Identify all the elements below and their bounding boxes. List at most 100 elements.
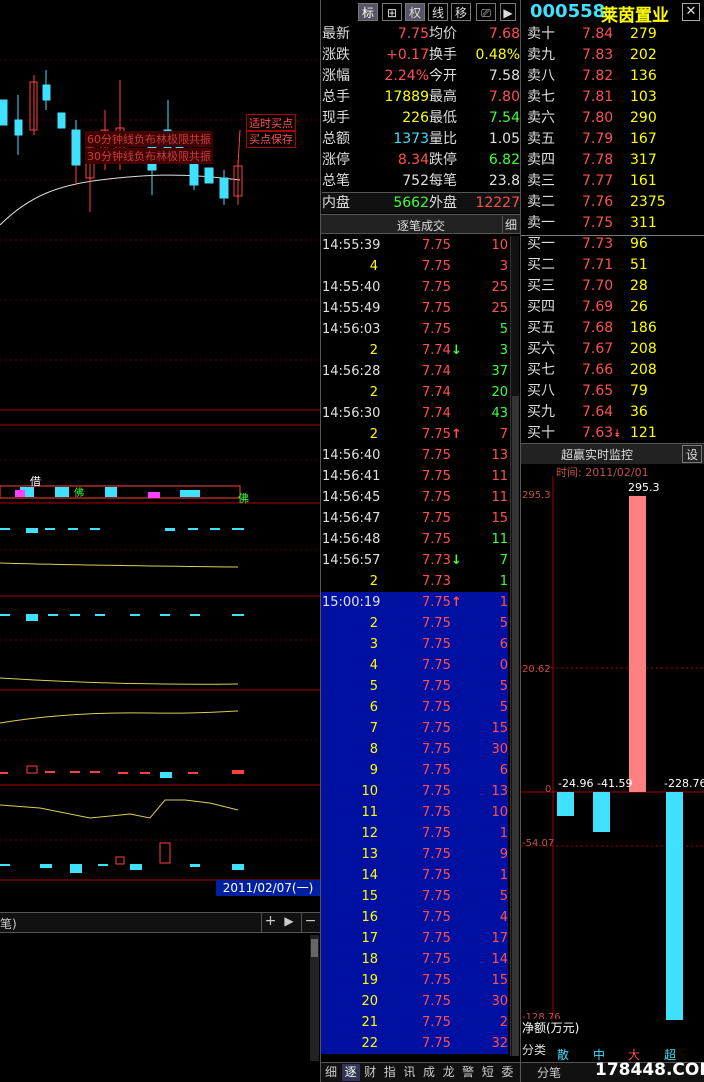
trade-row: 22 7.75 32: [322, 1033, 508, 1054]
level-price: 7.82: [582, 68, 614, 84]
trades-scrollbar[interactable]: [510, 236, 519, 1056]
chart-area[interactable]: 60分钟线负布林极限共振 30分钟线负布林极限共振 适时买点 买点保存 借 佛 …: [0, 0, 320, 930]
level-label: 买五: [527, 320, 555, 336]
tab-tick[interactable]: 分笔: [537, 1064, 561, 1081]
trade-time: 14:56:03: [322, 322, 381, 337]
chart-date-label: 2011/02/07(一): [216, 880, 320, 896]
bottom-panel-header: 笔) + ▶ −: [0, 913, 320, 933]
trade-row: 15 7.75 5: [322, 886, 508, 907]
bid-row[interactable]: 买六 7.67 208: [527, 339, 703, 360]
trade-volume: 1: [499, 868, 508, 883]
bottom-tab-4[interactable]: 讯: [400, 1064, 418, 1081]
bottom-tab-5[interactable]: 成: [420, 1064, 438, 1081]
trade-time: 14:55:40: [322, 280, 381, 295]
bottom-tab-9[interactable]: 委: [498, 1064, 516, 1081]
level-label: 买二: [527, 257, 555, 273]
level-volume: 311: [630, 215, 657, 231]
bid-row[interactable]: 买五 7.68 186: [527, 318, 703, 339]
level-price: 7.67: [582, 341, 614, 357]
level-volume: 290: [630, 110, 657, 126]
bottom-tab-2[interactable]: 财: [361, 1064, 379, 1081]
toolbar-grid-button[interactable]: ⊞: [382, 3, 402, 21]
ask-row[interactable]: 卖八 7.82 136: [527, 66, 703, 87]
toolbar-line-button[interactable]: 线: [428, 3, 448, 21]
trade-volume: 3: [499, 343, 508, 358]
bid-row[interactable]: 买九 7.64 36: [527, 402, 703, 423]
trade-row: 2 7.74 ↓ 3: [322, 340, 508, 361]
quote-value: 226: [402, 110, 429, 126]
ask-row[interactable]: 卖五 7.79 167: [527, 129, 703, 150]
ask-row[interactable]: 卖一 7.75 311: [527, 213, 703, 234]
quote-row: 涨跌 +0.17 换手 0.48%: [322, 45, 520, 66]
trades-detail-button[interactable]: 细: [502, 216, 519, 233]
trade-row: 9 7.75 6: [322, 760, 508, 781]
trade-price: 7.73: [422, 574, 451, 589]
bar-mid: [593, 792, 610, 832]
quote-label: 涨幅: [322, 68, 350, 84]
toolbar-move-button[interactable]: 移: [451, 3, 471, 21]
trades-scrollbar-thumb[interactable]: [512, 396, 519, 1056]
bid-row[interactable]: 买一 7.73 96: [527, 234, 703, 255]
ask-row[interactable]: 卖四 7.78 317: [527, 150, 703, 171]
bottom-tab-1[interactable]: 逐: [341, 1064, 360, 1081]
monitor-label-mid: -41.59: [597, 777, 633, 790]
trade-row: 21 7.75 2: [322, 1012, 508, 1033]
monitor-settings-button[interactable]: 设: [682, 445, 702, 463]
toolbar-rights-button[interactable]: 权: [405, 3, 425, 21]
ask-row[interactable]: 卖六 7.80 290: [527, 108, 703, 129]
bid-row[interactable]: 买十 7.63 ⯯ 121: [527, 423, 703, 444]
level-label: 卖九: [527, 47, 555, 63]
bottom-panel-tab[interactable]: 笔): [0, 915, 17, 932]
level-volume: 96: [630, 236, 648, 252]
trade-row: 10 7.75 13: [322, 781, 508, 802]
bid-row[interactable]: 买四 7.69 26: [527, 297, 703, 318]
bid-row[interactable]: 买七 7.66 208: [527, 360, 703, 381]
trade-price: 7.75: [422, 490, 451, 505]
trade-row: 17 7.75 17: [322, 928, 508, 949]
level-label: 买十: [527, 425, 555, 441]
stock-name: 莱茵置业: [601, 6, 669, 26]
bar-super: [666, 792, 683, 1020]
bid-row[interactable]: 买二 7.71 51: [527, 255, 703, 276]
level-label: 卖十: [527, 26, 555, 42]
toolbar-play-button[interactable]: ▶: [500, 3, 516, 21]
trade-price: 7.75: [422, 427, 451, 442]
bid-row[interactable]: 买三 7.70 28: [527, 276, 703, 297]
level-price: 7.69: [582, 299, 614, 315]
add-button[interactable]: +: [261, 913, 279, 932]
orderbook-divider: [521, 235, 704, 236]
ask-row[interactable]: 卖二 7.76 2375: [527, 192, 703, 213]
level-volume: 28: [630, 278, 648, 294]
trade-volume: 25: [491, 280, 508, 295]
ask-row[interactable]: 卖三 7.77 161: [527, 171, 703, 192]
trade-price: 7.75: [422, 280, 451, 295]
toolbar-mark-button[interactable]: 标: [358, 3, 378, 21]
trade-row: 14:56:28 7.74 37: [322, 361, 508, 382]
close-icon[interactable]: ✕: [682, 3, 700, 21]
trade-time: 14:56:30: [322, 406, 381, 421]
level-volume: 202: [630, 47, 657, 63]
bottom-tab-0[interactable]: 细: [322, 1064, 340, 1081]
minus-button[interactable]: −: [301, 913, 319, 932]
bottom-tab-6[interactable]: 龙: [440, 1064, 458, 1081]
monitor-axis-zero: 0: [545, 784, 552, 795]
bottom-tab-7[interactable]: 警: [459, 1064, 477, 1081]
stock-code: 000558: [530, 1, 606, 22]
ask-row[interactable]: 卖九 7.83 202: [527, 45, 703, 66]
monitor-net-label: 净额(万元): [522, 1019, 580, 1036]
ask-row[interactable]: 卖七 7.81 103: [527, 87, 703, 108]
level-volume: 208: [630, 362, 657, 378]
bid-row[interactable]: 买八 7.65 79: [527, 381, 703, 402]
bottom-tab-3[interactable]: 指: [381, 1064, 399, 1081]
toolbar-window-button[interactable]: ⎚: [476, 3, 496, 21]
ask-row[interactable]: 卖十 7.84 279: [527, 24, 703, 45]
trade-volume: 13: [491, 448, 508, 463]
level-price: 7.78: [582, 152, 614, 168]
trade-row: 7 7.75 15: [322, 718, 508, 739]
next-button[interactable]: ▶: [281, 914, 297, 932]
scrollbar-thumb[interactable]: [311, 939, 318, 957]
trade-row: 14:56:30 7.74 43: [322, 403, 508, 424]
bottom-tab-8[interactable]: 短: [479, 1064, 497, 1081]
bottom-scrollbar[interactable]: [310, 935, 319, 1061]
trade-price: 7.75: [422, 322, 451, 337]
